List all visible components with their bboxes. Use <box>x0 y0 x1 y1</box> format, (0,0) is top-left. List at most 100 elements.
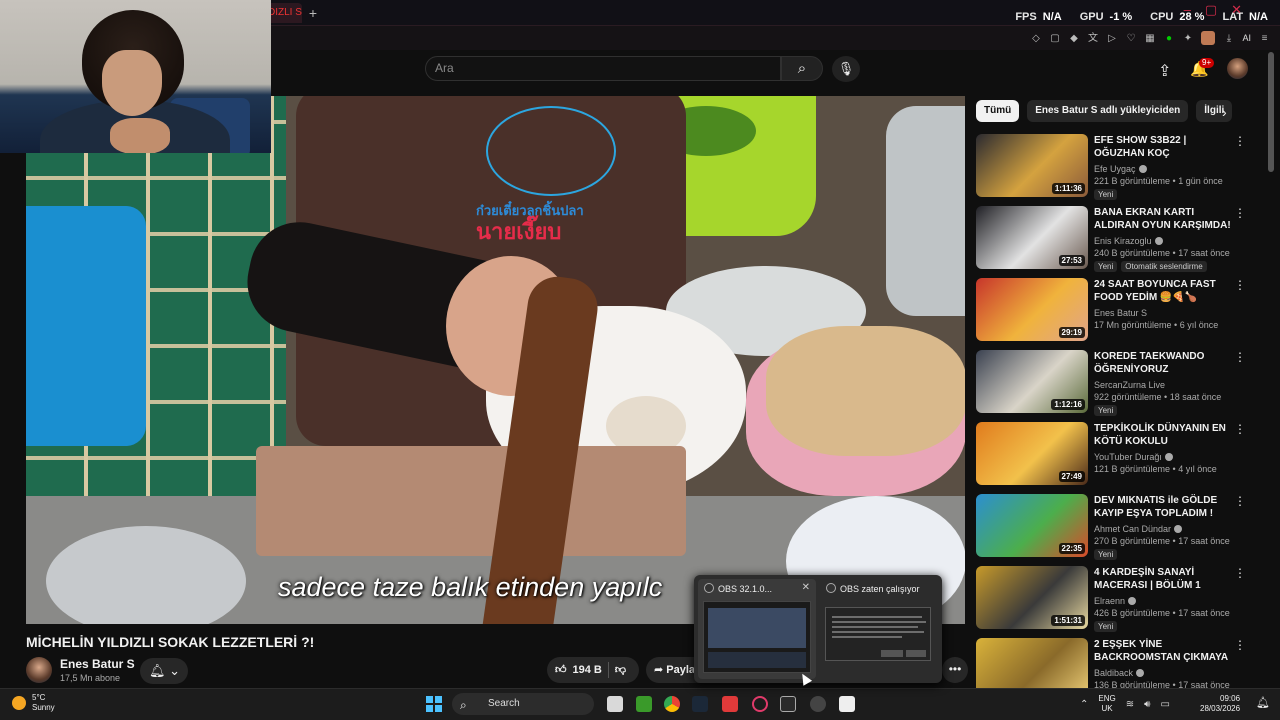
steam-icon[interactable] <box>692 696 708 712</box>
scrollbar[interactable] <box>1268 52 1274 172</box>
recommendation-channel[interactable]: Ahmet Can Dündar <box>1094 524 1183 534</box>
subscription-bell-button[interactable]: 🔔︎ ⌄ <box>140 658 188 684</box>
chip-all[interactable]: Tümü <box>976 100 1020 122</box>
video-thumbnail[interactable]: 22:35 <box>976 494 1088 557</box>
epic-games-icon[interactable] <box>780 696 796 712</box>
recommendation-channel[interactable]: YouTuber Durağı <box>1094 452 1173 462</box>
app-red-icon[interactable] <box>722 696 738 712</box>
shield-icon[interactable]: ◆ <box>1068 33 1079 44</box>
ai-button[interactable]: AI <box>1242 33 1251 44</box>
recommendation-channel[interactable]: SercanZurna Live <box>1094 380 1165 390</box>
obs-icon[interactable] <box>810 696 826 712</box>
obs-window-thumbnail <box>703 601 811 673</box>
app-white-icon[interactable] <box>839 696 855 712</box>
bell-icon: 🔔︎ <box>149 663 166 678</box>
thumbs-down-icon[interactable]: 👎︎ <box>615 657 626 683</box>
clock[interactable]: 09:06 28/03/2026 <box>1200 694 1240 714</box>
thumbs-up-icon[interactable]: 👍︎ <box>555 657 567 683</box>
recommendation-title[interactable]: BANA EKRAN KARTI ALDIRAN OYUN KARŞIMDA! <box>1094 206 1234 232</box>
menu-icon[interactable]: ≡ <box>1259 33 1270 44</box>
dialog-text-line <box>832 631 924 633</box>
close-icon[interactable]: ✕ <box>802 582 810 593</box>
wifi-icon[interactable]: ≋ <box>1126 699 1134 710</box>
recommendation-item[interactable]: 1:11:36 EFE SHOW S3B22 | OĞUZHAN KOÇ Efe U… <box>976 134 1248 200</box>
puzzle-icon[interactable]: ✦ <box>1182 33 1193 44</box>
file-explorer-icon[interactable] <box>607 696 623 712</box>
video-thumbnail[interactable]: 1:12:16 <box>976 350 1088 413</box>
recommendation-item[interactable]: 22:35 DEV MIKNATIS ile GÖLDE KAYIP EŞYA T… <box>976 494 1248 560</box>
voice-search-button[interactable]: 🎙 <box>832 56 860 82</box>
video-thumbnail[interactable]: 27:49 <box>976 422 1088 485</box>
recommendation-title[interactable]: TEPKİKOLİK DÜNYANIN EN KÖTÜ KOKULU YEMEK… <box>1094 422 1234 448</box>
recommendation-channel[interactable]: Elraenn <box>1094 596 1137 606</box>
upload-icon[interactable]: ⇪ <box>1158 61 1171 81</box>
recommendation-channel[interactable]: Enes Batur S <box>1094 308 1147 318</box>
nvidia-icon[interactable] <box>636 696 652 712</box>
more-vert-icon[interactable]: ⋮ <box>1234 350 1246 364</box>
video-thumbnail[interactable]: 1:51:31 <box>976 566 1088 629</box>
new-tab-button[interactable]: + <box>305 5 321 21</box>
recommendation-title[interactable]: EFE SHOW S3B22 | OĞUZHAN KOÇ <box>1094 134 1234 160</box>
like-dislike-group[interactable]: 👍︎ 194 B 👎︎ <box>547 657 639 683</box>
screenshot-icon[interactable]: ▢ <box>1049 33 1060 44</box>
recommendation-channel[interactable]: Efe Uygaç <box>1094 164 1147 174</box>
more-vert-icon[interactable]: ⋮ <box>1234 566 1246 580</box>
video-thumbnail[interactable]: 29:19 <box>976 278 1088 341</box>
heart-icon[interactable]: ♡ <box>1125 33 1136 44</box>
recommendation-title[interactable]: 2 EŞŞEK YİNE BACKROOMSTAN ÇIKMAYA ... <box>1094 638 1234 664</box>
obs-dialog-box <box>825 607 931 661</box>
search-button[interactable]: ⌕ <box>781 56 823 81</box>
obs-dialog-preview[interactable]: OBS zaten çalışıyor <box>820 579 938 679</box>
search-input[interactable]: Ara <box>425 56 781 81</box>
more-actions-button[interactable]: ••• <box>942 657 968 683</box>
chrome-icon[interactable] <box>664 696 680 712</box>
obs-window-preview[interactable]: OBS 32.1.0... ✕ <box>698 579 816 679</box>
battery-icon[interactable]: ▭ <box>1160 699 1169 710</box>
extension-green-icon[interactable]: ● <box>1163 33 1174 44</box>
recommendation-item[interactable]: 29:19 24 SAAT BOYUNCA FAST FOOD YEDİM 🍔🍕🍗… <box>976 278 1248 342</box>
video-player[interactable]: ก๋วยเตี๋ยวลูกชิ้นปลา นายเงี๊ยบ sadece ta… <box>26 96 965 624</box>
channel-avatar[interactable] <box>26 657 52 683</box>
recommendation-title[interactable]: KOREDE TAEKWANDO ÖĞRENİYORUZ <box>1094 350 1234 376</box>
video-thumbnail[interactable]: 27:53 <box>976 206 1088 269</box>
more-vert-icon[interactable]: ⋮ <box>1234 206 1246 220</box>
recommendation-item[interactable]: 27:49 TEPKİKOLİK DÜNYANIN EN KÖTÜ KOKULU … <box>976 422 1248 486</box>
recommendation-item[interactable]: 1:12:16 KOREDE TAEKWANDO ÖĞRENİYORUZ Serca… <box>976 350 1248 416</box>
more-vert-icon[interactable]: ⋮ <box>1234 422 1246 436</box>
video-thumbnail[interactable]: 1:11:36 <box>976 134 1088 197</box>
profile-avatar[interactable] <box>1201 31 1216 45</box>
recommendation-channel[interactable]: Enis Kirazoglu <box>1094 236 1163 246</box>
recommendation-title[interactable]: DEV MIKNATIS ile GÖLDE KAYIP EŞYA TOPLAD… <box>1094 494 1234 520</box>
opera-gx-icon[interactable] <box>752 696 768 712</box>
more-vert-icon[interactable]: ⋮ <box>1234 134 1246 148</box>
recommendation-item[interactable]: 1:51:31 4 KARDEŞİN SANAYİ MACERASI | BÖLÜ… <box>976 566 1248 632</box>
download-icon[interactable]: ⤓ <box>1223 33 1234 44</box>
recommendation-item[interactable]: 27:53 BANA EKRAN KARTI ALDIRAN OYUN KARŞI… <box>976 206 1248 272</box>
volume-icon[interactable]: 🔊︎ <box>1144 699 1150 710</box>
user-avatar[interactable] <box>1227 58 1248 79</box>
bookmark-icon[interactable]: ◇ <box>1030 33 1041 44</box>
more-vert-icon[interactable]: ⋮ <box>1234 494 1246 508</box>
translate-icon[interactable]: 文 <box>1087 33 1098 44</box>
weather-widget[interactable]: 5°C Sunny <box>12 693 55 713</box>
language-indicator[interactable]: ENG UK <box>1098 694 1115 714</box>
more-vert-icon[interactable]: ⋮ <box>1234 278 1246 292</box>
divider <box>607 662 609 678</box>
recommendation-badge: Yeni <box>1094 261 1118 272</box>
start-button[interactable] <box>426 696 442 712</box>
grid-icon[interactable]: ▦ <box>1144 33 1155 44</box>
play-icon[interactable]: ▷ <box>1106 33 1117 44</box>
chip-from-uploader[interactable]: Enes Batur S adlı yükleyiciden <box>1027 100 1189 122</box>
channel-name[interactable]: Enes Batur S <box>60 657 135 671</box>
recommendation-title[interactable]: 24 SAAT BOYUNCA FAST FOOD YEDİM 🍔🍕🍗 <box>1094 278 1234 304</box>
chevron-up-icon[interactable]: ⌃ <box>1080 699 1088 710</box>
more-vert-icon[interactable]: ⋮ <box>1234 638 1246 652</box>
dialog-text-line <box>832 616 922 618</box>
notification-icon[interactable]: 🔔︎ <box>1256 696 1270 709</box>
recommendation-title[interactable]: 4 KARDEŞİN SANAYİ MACERASI | BÖLÜM 1 <box>1094 566 1234 592</box>
taskbar-search[interactable]: ⌕ Search <box>452 693 594 715</box>
chevron-right-icon[interactable]: › <box>1222 104 1227 120</box>
obs-preview-area <box>708 608 806 648</box>
window-controls[interactable]: –▢✕ <box>1184 2 1256 18</box>
recommendation-channel[interactable]: Baldiback <box>1094 668 1145 678</box>
